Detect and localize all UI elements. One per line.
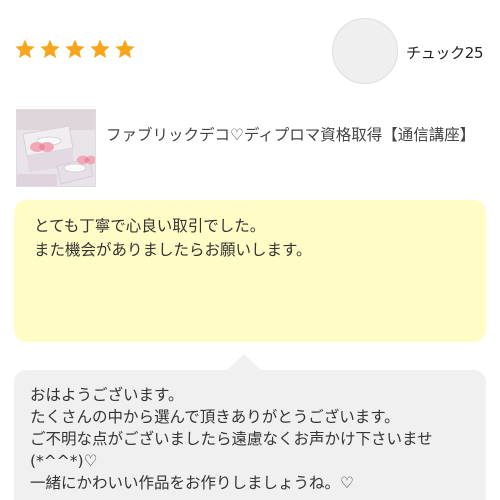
seller-reply: おはようございます。 たくさんの中から選んで頂きありがとうございます。 ご不明な… [14,370,486,500]
fabric-deco-tissue-box-photo-icon [17,110,95,186]
reply-bubble-tail [226,354,262,371]
reviewer-avatar[interactable] [332,18,398,84]
seller-reply-text: おはようございます。 たくさんの中から選んで頂きありがとうございます。 ご不明な… [30,386,433,492]
review-comment: とても丁寧で心良い取引でした。 また機会がありましたらお願いします。 [14,200,486,342]
star-icon [90,39,110,58]
product-title[interactable]: ファブリックデコ♡ディプロマ資格取得【通信講座】 [106,124,490,146]
star-icon [40,39,60,58]
star-icon [115,39,135,58]
star-icon [15,39,35,58]
reviewer-name[interactable]: チュック25 [406,42,484,63]
review-card: チュック25 ファブリックデコ♡ディプロマ資格取得【通信講座】 とても丁寧で心良… [0,0,500,500]
product-thumbnail[interactable] [16,109,96,187]
review-comment-text: とても丁寧で心良い取引でした。 また機会がありましたらお願いします。 [34,217,312,259]
star-icon [65,39,85,58]
star-rating [14,38,136,60]
